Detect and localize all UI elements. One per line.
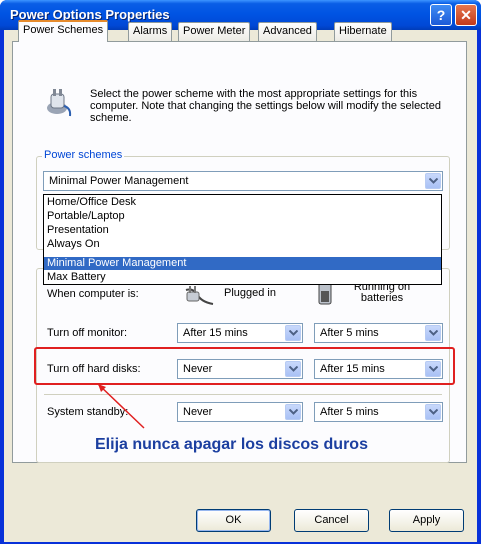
annotation-arrow bbox=[97, 383, 145, 429]
